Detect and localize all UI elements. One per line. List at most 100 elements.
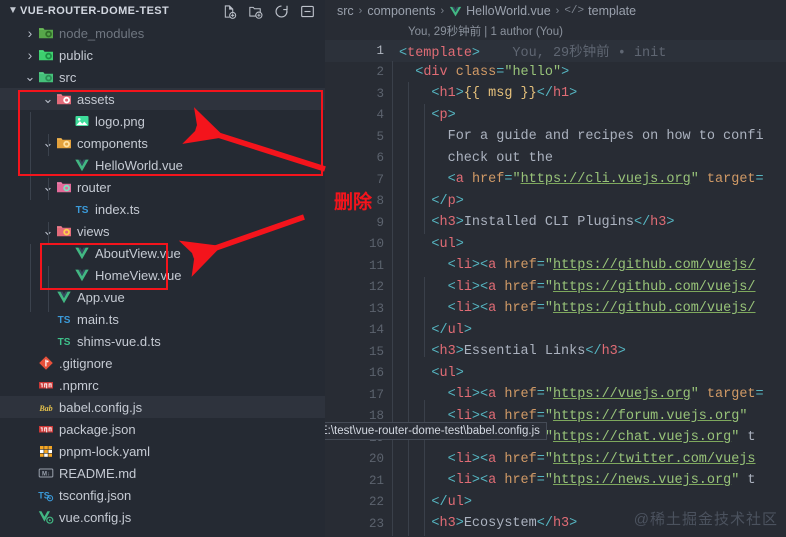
collapse-all-icon[interactable]	[300, 4, 315, 19]
code-line-text: <a href="https://cli.vuejs.org" target=	[393, 172, 764, 187]
line-number: 5	[376, 129, 384, 144]
breadcrumb-components[interactable]: components	[367, 4, 435, 18]
code-line-text: <ul>	[393, 365, 463, 381]
token-brk: ><	[471, 473, 489, 489]
code-line[interactable]: 11 <li><a href="https://github.com/vuejs…	[325, 255, 786, 277]
code-line[interactable]: 7 <a href = "https://cli.vuejs.org" target…	[325, 169, 786, 191]
tree-item-package-json[interactable]: package.json	[0, 418, 325, 440]
token-attr: href	[471, 172, 505, 188]
svg-text:TS: TS	[76, 205, 89, 216]
inline-blame: You, 29秒钟前 • init	[480, 46, 667, 62]
tree-item-public[interactable]: › public	[0, 44, 325, 66]
tree-item-label: index.ts	[95, 201, 140, 217]
token-tag: li	[455, 279, 472, 295]
code-line[interactable]: 15 <h3>Essential Links</h3>	[325, 341, 786, 363]
line-number: 1	[376, 43, 384, 58]
chevron-down-icon[interactable]: ⌄	[22, 70, 38, 83]
token-attr: href	[504, 301, 537, 317]
token-tag: ul	[439, 365, 456, 381]
token-txt: For a guide and recipes on how to confi	[447, 129, 764, 145]
yaml-file-icon	[38, 443, 54, 459]
token-str: "	[690, 172, 699, 188]
explorer-collapse-caret-icon[interactable]: ▼	[6, 6, 20, 16]
tree-item-tsconfig-json[interactable]: TS tsconfig.json	[0, 484, 325, 506]
token-tag: p	[447, 193, 456, 209]
tree-item-readme-md[interactable]: M↓ README.md	[0, 462, 325, 484]
code-line[interactable]: 14 </ul>	[325, 320, 786, 342]
tree-item-src[interactable]: ⌄ src	[0, 66, 325, 88]
token-brk: <	[447, 258, 456, 274]
npm-file-icon	[38, 377, 54, 393]
code-line[interactable]: 3 <h1>{{ msg }}</h1>	[325, 83, 786, 105]
code-line[interactable]: 20 <li><a href="https://twitter.com/vuej…	[325, 449, 786, 471]
tree-item-vue-config-js[interactable]: vue.config.js	[0, 506, 325, 528]
token-brk: >	[455, 344, 464, 360]
token-brk: <	[447, 301, 456, 317]
tree-item-node-modules[interactable]: › node_modules	[0, 22, 325, 44]
refresh-icon[interactable]	[274, 4, 289, 19]
code-line[interactable]: 4 <p>	[325, 105, 786, 127]
tree-item-label: router	[77, 179, 111, 195]
code-line[interactable]: 16 <ul>	[325, 363, 786, 385]
tree-item-label: vue.config.js	[59, 509, 132, 525]
code-line[interactable]: 2 <div class="hello">	[325, 62, 786, 84]
code-line-text: <h3>Essential Links</h3>	[393, 344, 625, 360]
code-line[interactable]: 9 <h3>Installed CLI Plugins</h3>	[325, 212, 786, 234]
code-line-text: </p>	[393, 193, 463, 209]
token-tag: p	[439, 107, 448, 123]
line-number: 20	[368, 452, 384, 467]
code-line[interactable]: 6 check out the	[325, 148, 786, 170]
line-number: 9	[376, 215, 384, 230]
chevron-right-icon[interactable]: ›	[22, 47, 38, 63]
token-brk: ><	[471, 301, 489, 317]
code-line[interactable]: 12 <li><a href="https://github.com/vuejs…	[325, 277, 786, 299]
explorer-title: VUE-ROUTER-DOME-TEST	[20, 5, 170, 17]
token-brk: >	[569, 516, 578, 532]
line-number: 16	[368, 366, 384, 381]
tree-item-babel-config-js[interactable]: Bab babel.config.js	[0, 396, 325, 418]
token-attr: href	[504, 258, 537, 274]
breadcrumb-template[interactable]: template	[588, 4, 636, 18]
annotation-box-views-files	[40, 243, 168, 290]
tree-item-index-ts[interactable]: TS index.ts	[0, 198, 325, 220]
chevron-right-icon[interactable]: ›	[22, 25, 38, 41]
code-line-text: <h1>{{ msg }}</h1>	[393, 86, 577, 101]
new-file-icon[interactable]	[222, 4, 237, 19]
code-line[interactable]: 21 <li><a href="https://news.vuejs.org" …	[325, 470, 786, 492]
token-brk: ><	[471, 279, 489, 295]
tree-item-pnpm-lock-yaml[interactable]: pnpm-lock.yaml	[0, 440, 325, 462]
code-lines[interactable]: 1 <template> You, 29秒钟前 • init 2 <div clas…	[325, 40, 786, 536]
token-str: "hello"	[504, 64, 562, 80]
tree-item-npmrc[interactable]: .npmrc	[0, 374, 325, 396]
line-number: 3	[376, 86, 384, 101]
token-txt: t	[739, 430, 756, 446]
code-line[interactable]: 1 <template> You, 29秒钟前 • init	[325, 40, 786, 62]
breadcrumb-src[interactable]: src	[337, 4, 354, 18]
code-line[interactable]: 8 </p>	[325, 191, 786, 213]
folder-views-icon	[56, 223, 72, 239]
line-number: 11	[368, 258, 384, 273]
token-brk: ><	[471, 258, 489, 274]
token-brk: <	[399, 46, 408, 62]
code-line[interactable]: 10 <ul>	[325, 234, 786, 256]
code-line-text: <li><a href="https://twitter.com/vuejs	[393, 452, 756, 467]
token-tag: h3	[601, 344, 618, 360]
new-folder-icon[interactable]	[248, 4, 263, 19]
code-lens-blame[interactable]: You, 29秒钟前 | 1 author (You)	[325, 22, 786, 40]
breadcrumb-helloworld-vue[interactable]: HelloWorld.vue	[466, 4, 551, 18]
tree-item-shims-vue-d-ts[interactable]: TS shims-vue.d.ts	[0, 330, 325, 352]
token-tag: h3	[650, 215, 667, 231]
token-link: https://chat.vuejs.org	[552, 430, 732, 446]
token-tag: a	[455, 172, 464, 188]
svg-text:M↓: M↓	[42, 471, 50, 477]
tree-item-gitignore[interactable]: .gitignore	[0, 352, 325, 374]
code-line[interactable]: 5 For a guide and recipes on how to conf…	[325, 126, 786, 148]
code-line-text: <div class="hello">	[393, 65, 569, 80]
code-line[interactable]: 17 <li><a href="https://vuejs.org" targe…	[325, 384, 786, 406]
svg-text:TS: TS	[58, 315, 71, 326]
tree-item-label: main.ts	[77, 311, 119, 327]
explorer-actions	[222, 4, 319, 19]
code-line[interactable]: 13 <li><a href="https://github.com/vuejs…	[325, 298, 786, 320]
line-number: 12	[368, 280, 384, 295]
